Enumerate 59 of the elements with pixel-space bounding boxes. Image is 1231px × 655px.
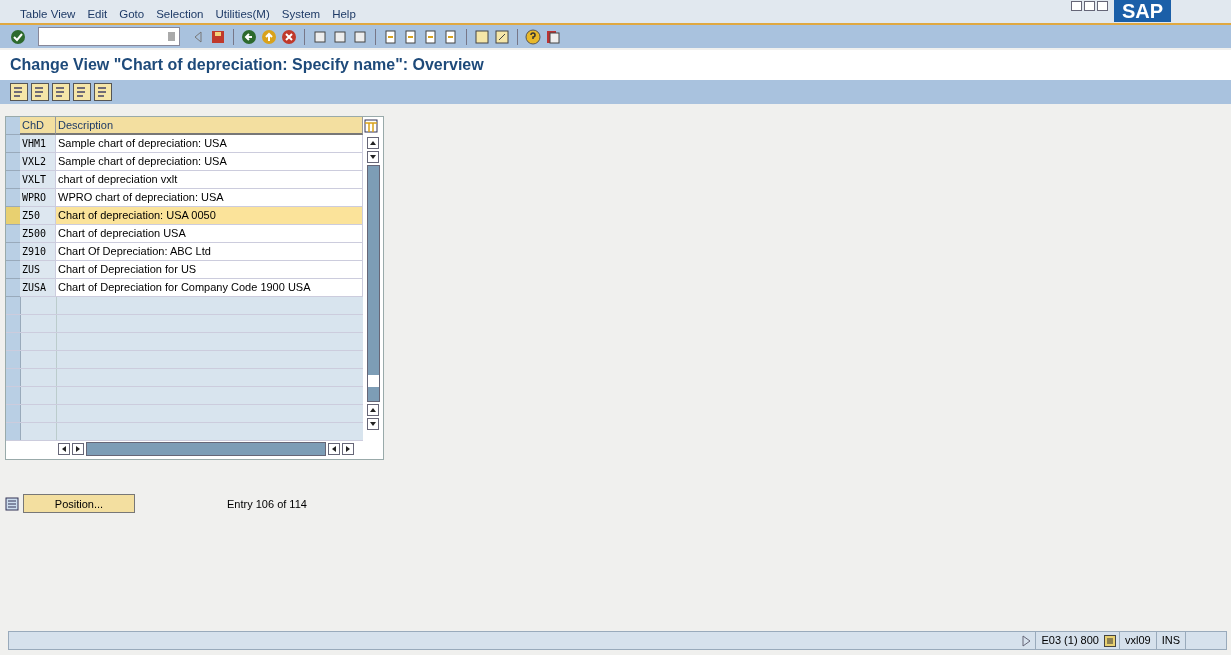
scroll-right-icon[interactable]: [72, 443, 84, 455]
server-name: vxl09: [1118, 632, 1156, 649]
scroll-up-icon[interactable]: [367, 404, 379, 416]
list-icon[interactable]: [1103, 634, 1116, 647]
menu-item[interactable]: Goto: [119, 8, 145, 20]
menu-item[interactable]: Edit: [87, 8, 108, 20]
command-field[interactable]: [38, 27, 180, 46]
shortcut-icon[interactable]: [494, 28, 510, 45]
scroll-down-icon[interactable]: [367, 151, 379, 163]
horizontal-scrollbar[interactable]: [58, 442, 354, 456]
table-cell: Chart of depreciation USA: [56, 225, 363, 243]
back-icon[interactable]: [241, 28, 257, 45]
position-icon[interactable]: [5, 496, 19, 511]
table-cell: Z910: [20, 243, 56, 261]
table-cell: VXL2: [20, 153, 56, 171]
scrollbar-track[interactable]: [367, 165, 380, 402]
triangle-right-icon[interactable]: [1021, 634, 1032, 647]
table-cell: Sample chart of depreciation: USA: [56, 153, 363, 171]
column-header[interactable]: Description: [56, 117, 363, 135]
table-cell: Sample chart of depreciation: USA: [56, 135, 363, 153]
cancel-icon[interactable]: [281, 28, 297, 45]
table-cell: chart of depreciation vxlt: [56, 171, 363, 189]
table-cell: WPRO chart of depreciation: USA: [56, 189, 363, 207]
menu-item[interactable]: Utilities(M): [215, 8, 270, 20]
layout-icon[interactable]: [545, 28, 561, 45]
position-button[interactable]: Position...: [23, 494, 135, 513]
scroll-left-icon[interactable]: [328, 443, 340, 455]
save-icon[interactable]: [210, 28, 226, 45]
sap-logo: SAP: [1113, 0, 1171, 22]
system-info: E03 (1) 800: [1035, 632, 1104, 649]
column-header[interactable]: ChD: [20, 117, 56, 135]
vertical-scrollbar[interactable]: [367, 137, 380, 430]
menu-item[interactable]: System: [281, 8, 321, 20]
table-cell: Chart Of Depreciation: ABC Ltd: [56, 243, 363, 261]
table-cell: Z500: [20, 225, 56, 243]
help-icon[interactable]: [525, 28, 541, 45]
table-cell: ZUSA: [20, 279, 56, 297]
table-cell: Z50: [20, 207, 56, 225]
menu-item[interactable]: Selection: [156, 8, 204, 20]
table-cell: ZUS: [20, 261, 56, 279]
scroll-up-icon[interactable]: [367, 137, 379, 149]
window-icon[interactable]: [474, 28, 490, 45]
table-cell: Chart of Depreciation for US: [56, 261, 363, 279]
scroll-left-icon[interactable]: [58, 443, 70, 455]
scrollbar-thumb[interactable]: [368, 375, 379, 387]
scroll-down-icon[interactable]: [367, 418, 379, 430]
insert-mode: INS: [1155, 632, 1185, 649]
scrollbar-track[interactable]: [86, 442, 326, 456]
scroll-right-icon[interactable]: [342, 443, 354, 455]
table-cell: Chart of depreciation: USA 0050: [56, 207, 363, 225]
menu-item[interactable]: Table View: [20, 8, 76, 20]
screen-title: Change View "Chart of depreciation: Specify name": Overview: [10, 56, 484, 74]
table-cell: VHM1: [20, 135, 56, 153]
table-cell: WPRO: [20, 189, 56, 207]
table-cell: VXLT: [20, 171, 56, 189]
checkmark-icon[interactable]: [10, 28, 26, 45]
table-cell: Chart of Depreciation for Company Code 1900 USA: [56, 279, 363, 297]
menu-item[interactable]: Help: [332, 8, 356, 20]
entry-count: Entry 106 of 114: [227, 497, 307, 510]
